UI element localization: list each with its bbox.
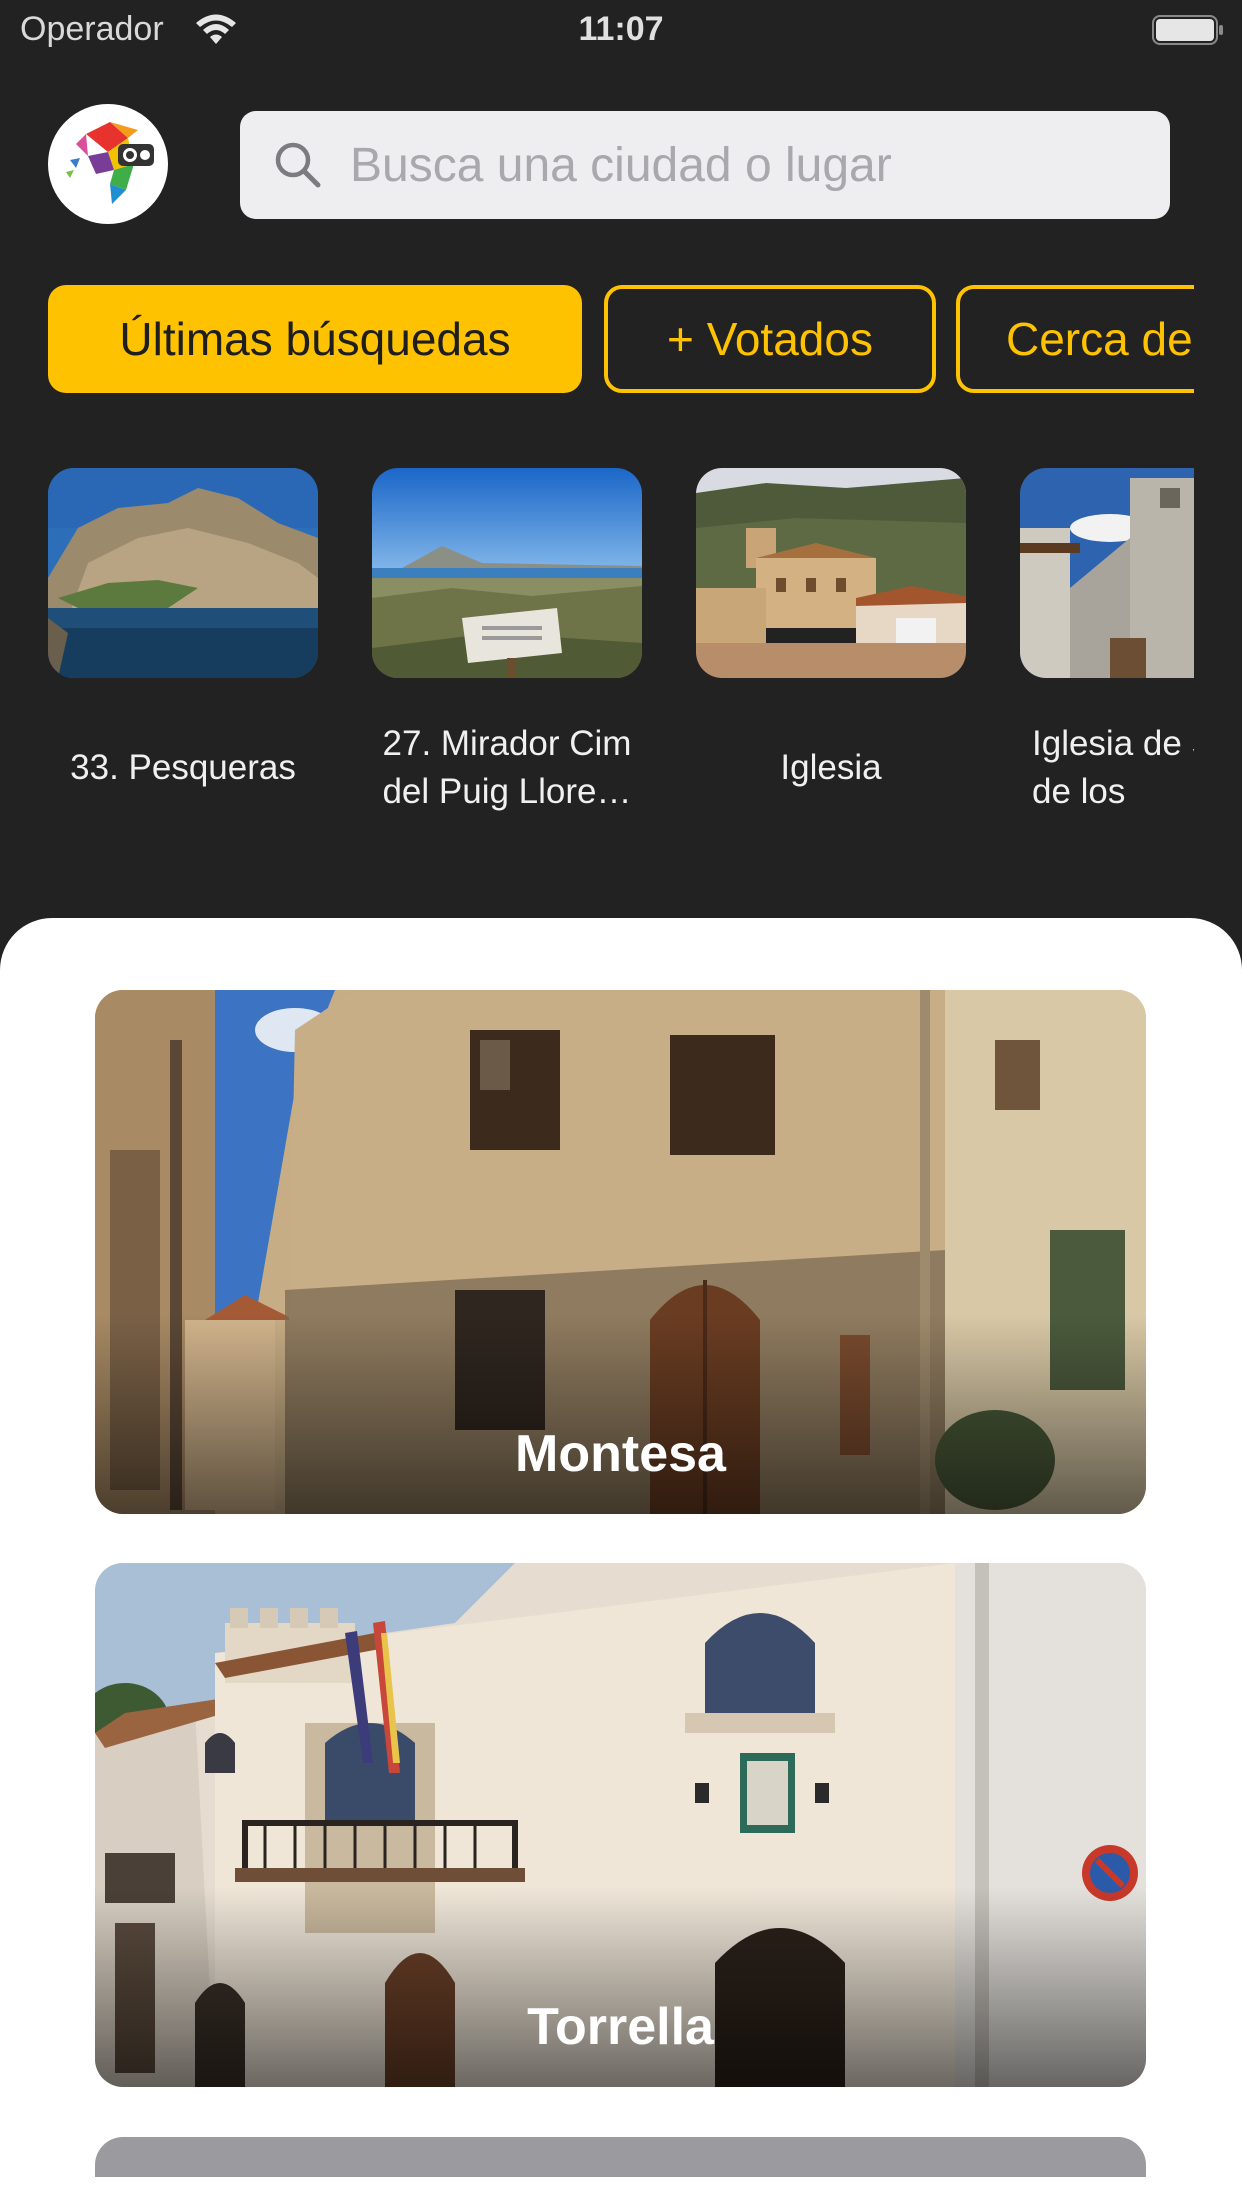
search-bar[interactable] <box>240 111 1170 219</box>
app-logo[interactable] <box>48 104 168 224</box>
place-thumbnail <box>48 468 318 678</box>
battery-icon <box>1152 15 1223 45</box>
city-name: Montesa <box>515 1425 726 1483</box>
place-label: 33. Pesqueras <box>70 748 296 787</box>
city-card-torrella[interactable]: Torrella <box>95 1563 1146 2087</box>
filter-chip-cerca-de[interactable]: Cerca de <box>956 285 1194 393</box>
search-input[interactable] <box>350 111 1150 219</box>
place-thumbnail <box>1020 468 1194 678</box>
recent-places-row: 33. Pesqueras 27. Mirador Cim del Puig L… <box>48 468 1194 828</box>
city-card-gradient <box>95 1314 1146 1514</box>
filter-chip-votados[interactable]: + Votados <box>604 285 936 393</box>
place-item[interactable]: Iglesia de Sra de los <box>1020 468 1194 828</box>
place-thumbnail <box>696 468 966 678</box>
city-card-next[interactable] <box>95 2137 1146 2177</box>
city-card-montesa[interactable]: Montesa <box>95 990 1146 1514</box>
place-item[interactable]: Iglesia <box>696 468 966 828</box>
place-item[interactable]: 27. Mirador Cim del Puig Llore… <box>372 468 642 828</box>
city-name: Torrella <box>527 1998 714 2056</box>
filter-chip-label: Últimas búsquedas <box>119 313 511 365</box>
city-card-gradient <box>95 1887 1146 2087</box>
place-label: Iglesia <box>780 748 882 787</box>
filter-chip-label: + Votados <box>667 313 873 365</box>
filter-chip-ultimas-busquedas[interactable]: Últimas búsquedas <box>48 285 582 393</box>
place-label: Iglesia de Sra de los <box>1032 724 1194 811</box>
logo-mark-icon <box>66 122 154 204</box>
search-icon <box>275 142 321 188</box>
filter-chips: Últimas búsquedas + Votados Cerca de <box>48 285 1194 395</box>
filter-chip-label: Cerca de <box>1006 313 1193 365</box>
place-item[interactable]: 33. Pesqueras <box>48 468 318 828</box>
cities-sheet: Montesa Torrella <box>0 918 1242 2208</box>
place-thumbnail <box>372 468 642 678</box>
status-bar: Operador 11:07 <box>0 0 1242 60</box>
place-label: 27. Mirador Cim del Puig Llore… <box>382 724 632 811</box>
clock: 11:07 <box>578 10 664 48</box>
